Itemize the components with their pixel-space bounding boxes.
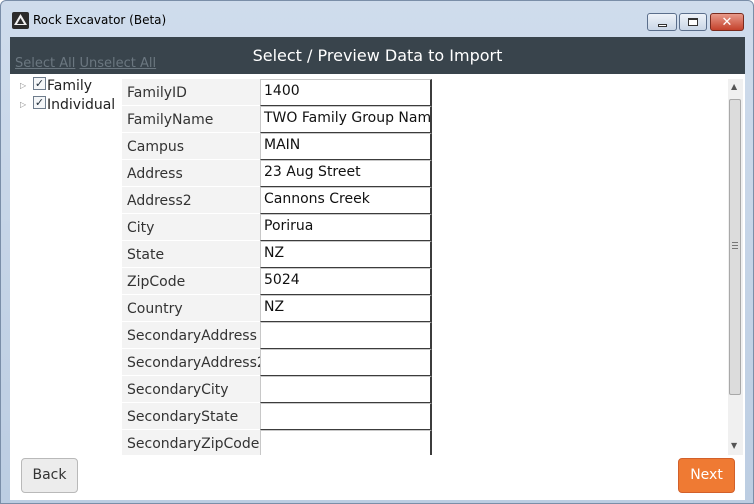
field-value[interactable]: NZ — [260, 241, 432, 268]
minimize-button[interactable] — [647, 13, 677, 31]
field-name: FamilyName — [122, 106, 260, 133]
next-button[interactable]: Next — [678, 458, 735, 493]
field-name: City — [122, 214, 260, 241]
field-name: SecondaryAddress — [122, 322, 260, 349]
scroll-thumb[interactable] — [729, 99, 741, 395]
field-value[interactable] — [260, 403, 432, 430]
table-row: SecondaryAddress — [122, 322, 432, 349]
back-button[interactable]: Back — [21, 458, 78, 493]
field-value[interactable]: MAIN — [260, 133, 432, 160]
field-name: ZipCode — [122, 268, 260, 295]
maximize-button[interactable] — [679, 13, 707, 31]
field-name: SecondaryCity — [122, 376, 260, 403]
grip-icon — [732, 242, 738, 249]
field-value[interactable]: Porirua — [260, 214, 432, 241]
field-value[interactable]: 1400 — [260, 79, 432, 106]
entity-tree: ▷ ✓ Family ▷ ✓ Individual — [20, 76, 115, 114]
scroll-up-icon[interactable]: ▲ — [731, 82, 737, 91]
field-value[interactable]: 23 Aug Street — [260, 160, 432, 187]
table-row: SecondaryCity — [122, 376, 432, 403]
window-title: Rock Excavator (Beta) — [33, 13, 167, 27]
field-value[interactable]: 5024 — [260, 268, 432, 295]
table-row: SecondaryZipCode — [122, 430, 432, 455]
app-logo-icon — [12, 12, 29, 29]
table-row: Address2 Cannons Creek — [122, 187, 432, 214]
field-value[interactable] — [260, 376, 432, 403]
checkmark-icon: ✓ — [34, 76, 45, 90]
field-name: Address — [122, 160, 260, 187]
field-name: SecondaryAddress2 — [122, 349, 266, 376]
field-value[interactable]: Cannons Creek — [260, 187, 432, 214]
scroll-down-icon[interactable]: ▼ — [731, 441, 737, 450]
tree-item-label: Family — [47, 77, 93, 94]
field-name: Country — [122, 295, 260, 322]
tree-item-family[interactable]: ▷ ✓ Family — [20, 76, 115, 95]
title-bar[interactable]: Rock Excavator (Beta) ✕ — [1, 1, 753, 37]
family-checkbox[interactable]: ✓ — [33, 76, 46, 90]
tree-item-label: Individual — [47, 96, 116, 113]
selection-links: Select All Unselect All — [15, 56, 156, 71]
field-name: Address2 — [122, 187, 260, 214]
close-icon: ✕ — [721, 14, 733, 30]
table-row: Country NZ — [122, 295, 432, 322]
table-row: State NZ — [122, 241, 432, 268]
select-all-link[interactable]: Select All — [15, 56, 75, 71]
close-button[interactable]: ✕ — [710, 13, 744, 31]
table-row: Campus MAIN — [122, 133, 432, 160]
field-name: SecondaryZipCode — [122, 430, 260, 455]
field-name: SecondaryState — [122, 403, 260, 430]
minimize-icon — [657, 23, 667, 27]
field-name: State — [122, 241, 260, 268]
tree-item-individual[interactable]: ▷ ✓ Individual — [20, 95, 115, 114]
table-row: ZipCode 5024 — [122, 268, 432, 295]
header-bar: Select / Preview Data to Import Select A… — [10, 37, 745, 74]
table-row: FamilyName TWO Family Group Name — [122, 106, 432, 133]
checkmark-icon: ✓ — [34, 95, 45, 109]
unselect-all-link[interactable]: Unselect All — [80, 56, 157, 71]
field-value[interactable]: NZ — [260, 295, 432, 322]
field-name: FamilyID — [122, 79, 260, 106]
table-row: Address 23 Aug Street — [122, 160, 432, 187]
field-value[interactable]: TWO Family Group Name — [260, 106, 432, 133]
table-row: FamilyID 1400 — [122, 79, 432, 106]
expander-icon[interactable]: ▷ — [20, 100, 30, 110]
expander-icon[interactable]: ▷ — [20, 81, 30, 91]
table-row: SecondaryAddress2 — [122, 349, 432, 376]
individual-checkbox[interactable]: ✓ — [33, 95, 46, 109]
field-value[interactable] — [260, 430, 432, 455]
vertical-scrollbar[interactable]: ▲ ▼ — [728, 79, 743, 455]
main-panel: Select / Preview Data to Import Select A… — [10, 37, 745, 500]
maximize-icon — [688, 18, 698, 26]
app-window: Rock Excavator (Beta) ✕ Select / Preview… — [0, 0, 754, 504]
field-name: Campus — [122, 133, 260, 160]
table-row: City Porirua — [122, 214, 432, 241]
preview-grid: FamilyID 1400 FamilyName TWO Family Group … — [122, 79, 432, 455]
field-value[interactable] — [260, 349, 432, 376]
field-value[interactable] — [260, 322, 432, 349]
table-row: SecondaryState — [122, 403, 432, 430]
